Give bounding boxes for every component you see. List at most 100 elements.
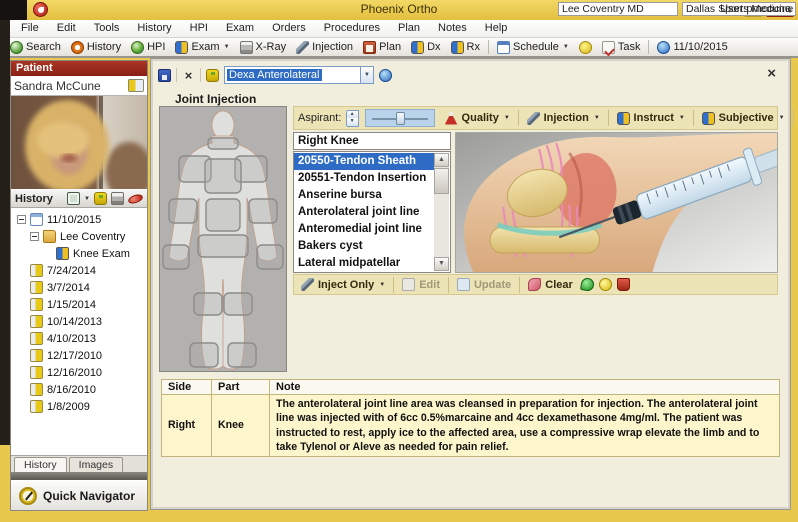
patient-lock-list-icon[interactable] bbox=[128, 79, 144, 92]
injection-icon bbox=[296, 41, 309, 54]
menu-item-hpi[interactable]: HPI bbox=[181, 20, 217, 37]
body-region-right-foot[interactable] bbox=[228, 343, 256, 367]
body-region-left-hand[interactable] bbox=[163, 245, 189, 269]
tree-item[interactable]: 1/15/2014 bbox=[11, 296, 147, 313]
action-button-subjective[interactable]: Subjective▼ bbox=[698, 108, 789, 128]
tree-item[interactable]: 1/8/2009 bbox=[11, 398, 147, 415]
tree-item[interactable]: 11/10/2015 bbox=[11, 211, 147, 228]
body-region-right-hand[interactable] bbox=[257, 245, 283, 269]
body-region-right-elbow[interactable] bbox=[249, 199, 277, 223]
tree-item[interactable]: 8/16/2010 bbox=[11, 381, 147, 398]
tree-item[interactable]: 10/14/2013 bbox=[11, 313, 147, 330]
tree-item-label: 8/16/2010 bbox=[47, 384, 96, 396]
close-document-icon[interactable]: × bbox=[182, 69, 195, 82]
close-panel-icon[interactable]: × bbox=[767, 67, 776, 81]
site-list-item[interactable]: Anteromedial joint line bbox=[294, 221, 434, 238]
toolbar-button-plan[interactable]: Plan bbox=[358, 38, 406, 56]
site-list-item[interactable]: Bakers cyst bbox=[294, 238, 434, 255]
collapse-icon[interactable] bbox=[30, 232, 39, 241]
menu-item-exam[interactable]: Exam bbox=[217, 20, 263, 37]
body-region-abdomen[interactable] bbox=[206, 199, 240, 231]
collapse-icon[interactable] bbox=[17, 215, 26, 224]
button-label: Update bbox=[474, 279, 511, 291]
body-region-right-knee[interactable] bbox=[224, 293, 252, 315]
menu-item-history[interactable]: History bbox=[128, 20, 180, 37]
toolbar-button-x-ray[interactable]: X-Ray bbox=[235, 38, 292, 56]
stepper-down-icon[interactable]: ▼ bbox=[347, 118, 358, 126]
scrollbar[interactable]: ▲ ▼ bbox=[434, 153, 449, 271]
tree-item[interactable]: 4/10/2013 bbox=[11, 330, 147, 347]
template-status-icon[interactable] bbox=[206, 69, 219, 82]
menu-item-orders[interactable]: Orders bbox=[263, 20, 315, 37]
body-region-chest[interactable] bbox=[205, 159, 241, 193]
help-icon[interactable] bbox=[379, 69, 392, 82]
action-button-quality[interactable]: Quality▼ bbox=[441, 108, 514, 128]
quick-navigator-button[interactable]: Quick Navigator bbox=[11, 480, 147, 510]
print-icon[interactable] bbox=[111, 192, 124, 205]
compass-icon bbox=[19, 487, 37, 505]
button-inject-only[interactable]: Inject Only▼ bbox=[298, 278, 388, 291]
action-button-instruct[interactable]: Instruct▼ bbox=[613, 108, 689, 128]
aspirant-slider[interactable] bbox=[365, 109, 435, 127]
site-list-item[interactable]: Medial collateral ligament bbox=[294, 272, 434, 273]
chart-status-icon[interactable] bbox=[94, 192, 107, 205]
toolbar-button-refill-icon[interactable] bbox=[574, 38, 597, 56]
menu-item-tools[interactable]: Tools bbox=[85, 20, 129, 37]
tree-item[interactable]: 7/24/2014 bbox=[11, 262, 147, 279]
body-region-neck[interactable] bbox=[208, 138, 238, 149]
toolbar-button-injection[interactable]: Injection bbox=[291, 38, 358, 56]
table-row[interactable]: RightKneeThe anterolateral joint line ar… bbox=[162, 395, 780, 457]
tree-item[interactable]: 12/17/2010 bbox=[11, 347, 147, 364]
toolbar-button-schedule[interactable]: Schedule▼ bbox=[492, 38, 574, 56]
toolbar-button-history[interactable]: History bbox=[66, 38, 126, 56]
toolbar-button-dx[interactable]: Dx bbox=[406, 38, 445, 56]
toolbar-button-search[interactable]: Search bbox=[5, 38, 66, 56]
tree-item[interactable]: 12/16/2010 bbox=[11, 364, 147, 381]
toolbar-button-11-10-2015[interactable]: 11/10/2015 bbox=[652, 38, 732, 56]
button-clear[interactable]: Clear bbox=[525, 278, 576, 291]
save-icon[interactable] bbox=[158, 69, 171, 82]
tree-item[interactable]: Lee Coventry bbox=[11, 228, 147, 245]
body-region-left-elbow[interactable] bbox=[169, 199, 197, 223]
chevron-down-icon[interactable]: ▼ bbox=[84, 196, 90, 202]
site-list-item[interactable]: Lateral midpatellar bbox=[294, 255, 434, 272]
red-pin-icon[interactable] bbox=[617, 278, 630, 291]
scrollbar-thumb[interactable] bbox=[434, 168, 449, 194]
menu-item-file[interactable]: File bbox=[12, 20, 48, 37]
site-list-item[interactable]: 20551-Tendon Insertion bbox=[294, 170, 434, 187]
view-mode-icon[interactable] bbox=[67, 192, 80, 205]
scroll-down-icon[interactable]: ▼ bbox=[434, 257, 449, 271]
provider-input[interactable] bbox=[558, 2, 678, 16]
scroll-up-icon[interactable]: ▲ bbox=[434, 153, 449, 167]
action-button-injection[interactable]: Injection▼ bbox=[523, 108, 604, 128]
menu-item-help[interactable]: Help bbox=[476, 20, 517, 37]
body-region-left-knee[interactable] bbox=[194, 293, 222, 315]
tree-item[interactable]: 3/7/2014 bbox=[11, 279, 147, 296]
toolbar-button-rx[interactable]: Rx bbox=[446, 38, 485, 56]
chevron-down-icon[interactable]: ▼ bbox=[360, 67, 373, 83]
menu-item-procedures[interactable]: Procedures bbox=[315, 20, 389, 37]
menu-item-edit[interactable]: Edit bbox=[48, 20, 85, 37]
toolbar-button-exam[interactable]: Exam▼ bbox=[170, 38, 234, 56]
menu-item-plan[interactable]: Plan bbox=[389, 20, 429, 37]
tree-item[interactable]: Knee Exam bbox=[11, 245, 147, 262]
body-region-pelvis[interactable] bbox=[198, 235, 248, 257]
slider-handle[interactable] bbox=[396, 112, 405, 125]
body-region-left-foot[interactable] bbox=[190, 343, 218, 367]
template-combobox[interactable]: Dexa Anterolateral ▼ bbox=[224, 66, 374, 84]
action-button-label: Subjective bbox=[719, 112, 774, 124]
toolbar-button-hpi[interactable]: HPI bbox=[126, 38, 170, 56]
site-list-item[interactable]: Anterolateral joint line bbox=[294, 204, 434, 221]
stepper-up-icon[interactable]: ▲ bbox=[347, 111, 358, 119]
sign-pen-icon[interactable] bbox=[127, 192, 144, 204]
tab-images[interactable]: Images bbox=[69, 457, 123, 472]
toolbar-button-task[interactable]: Task bbox=[597, 38, 646, 56]
divider bbox=[648, 40, 649, 54]
site-list-item[interactable]: 20550-Tendon Sheath bbox=[294, 153, 434, 170]
tab-history[interactable]: History bbox=[14, 457, 67, 472]
key-icon[interactable] bbox=[599, 278, 612, 291]
site-list-item[interactable]: Anserine bursa bbox=[294, 187, 434, 204]
menu-item-notes[interactable]: Notes bbox=[429, 20, 476, 37]
aspirant-stepper[interactable]: 0 ▲▼ bbox=[347, 110, 358, 127]
run-pin-icon[interactable] bbox=[580, 277, 595, 292]
